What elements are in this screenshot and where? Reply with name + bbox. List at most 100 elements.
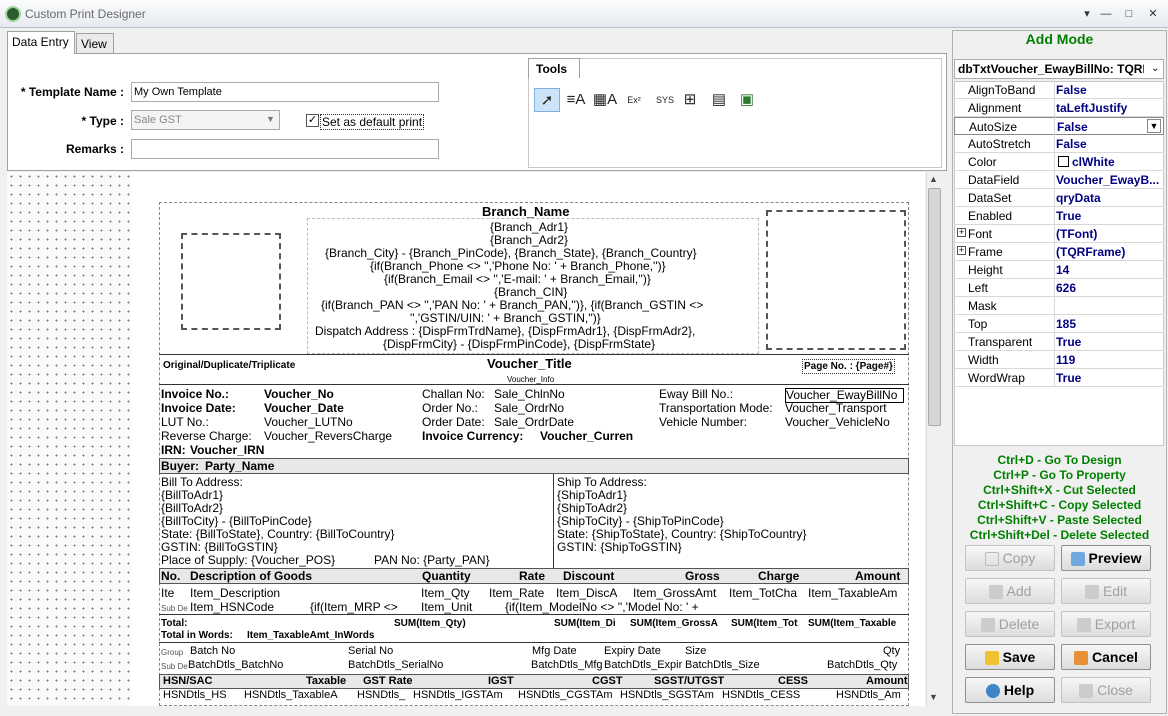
dbimage-tool-icon[interactable]: ▣ [734,88,760,112]
expand-icon[interactable]: + [957,246,966,255]
expand-icon[interactable]: + [957,228,966,237]
prop-value[interactable]: 14 [1056,263,1069,277]
item-cell[interactable]: Item_Qty [421,587,470,600]
prop-value[interactable]: 626 [1056,281,1076,295]
batch-cell[interactable]: BatchDtls_Expir [604,659,682,672]
item-cell[interactable]: Item_TaxableAm [808,587,897,600]
image-placeholder[interactable] [766,210,906,350]
scroll-down-icon[interactable]: ▼ [929,692,938,702]
reverse-charge-label[interactable]: Reverse Charge: [161,430,252,443]
hsn-cell[interactable]: HSNDtls_CGSTAm [518,689,613,702]
item-cell[interactable]: {if(Item_ModelNo <> '','Model No: ' + [505,601,699,614]
prop-value[interactable]: False [1056,137,1087,151]
hsn-cell[interactable]: HSNDtls_Am [836,689,901,702]
prop-value[interactable]: Voucher_EwayB... [1056,173,1159,187]
hsn-cell[interactable]: HSNDtls_IGSTAm [413,689,503,702]
total-gross[interactable]: SUM(Item_GrossA [630,617,718,630]
item-cell[interactable]: Ite [161,587,174,600]
reverse-charge-value[interactable]: Voucher_ReversCharge [264,430,392,443]
buyer-label[interactable]: Buyer: [161,460,199,473]
bill-line[interactable]: Place of Supply: {Voucher_POS} [161,554,335,567]
ship-line[interactable]: GSTIN: {ShipToGSTIN} [557,541,682,554]
menu-icon[interactable]: ▾ [1077,5,1097,23]
transport-label[interactable]: Transportation Mode: [659,402,773,415]
image-tool-icon[interactable]: ▤ [706,88,732,112]
order-date-label[interactable]: Order Date: [422,416,485,429]
prop-value[interactable]: True [1056,371,1081,385]
total-charge[interactable]: SUM(Item_Tot [731,617,797,630]
challan-label[interactable]: Challan No: [422,388,485,401]
voucher-title[interactable]: Voucher_Title [487,357,572,370]
shape-tool-icon[interactable]: ⊞ [677,88,703,112]
batch-cell[interactable]: BatchDtls_Size [685,659,760,672]
save-button[interactable]: Save [965,644,1055,670]
delete-button[interactable]: Delete [965,611,1055,637]
party-pan[interactable]: PAN No: {Party_PAN} [374,554,490,567]
expression-tool-icon[interactable]: Ex² [621,88,647,112]
prop-value[interactable]: 185 [1056,317,1076,331]
dropdown-arrow-icon[interactable]: ▼ [1147,119,1161,133]
item-cell[interactable]: Item_Unit [421,601,472,614]
maximize-icon[interactable]: □ [1119,5,1139,23]
currency-value[interactable]: Voucher_Curren [540,430,633,443]
component-select[interactable]: dbTxtVoucher_EwayBillNo: TQRDBText [954,59,1164,79]
hsn-cell[interactable]: HSNDtls_ [357,689,405,702]
edit-button[interactable]: Edit [1061,578,1151,604]
prop-value[interactable]: 119 [1056,353,1075,367]
item-cell[interactable]: Item_DiscA [556,587,617,600]
words-value[interactable]: Item_TaxableAmt_InWords [247,629,374,642]
order-date-value[interactable]: Sale_OrdrDate [494,416,574,429]
hsn-cell[interactable]: HSNDtls_SGSTAm [620,689,714,702]
dispatch-line2[interactable]: {DispFrmCity} - {DispFrmPinCode}, {DispF… [383,338,655,351]
cancel-button[interactable]: Cancel [1061,644,1151,670]
buyer-value[interactable]: Party_Name [205,460,274,473]
item-cell[interactable]: Item_Rate [489,587,544,600]
page-no[interactable]: Page No. : {Page#} [802,359,895,374]
tab-view[interactable]: View [76,33,114,53]
invoice-date-value[interactable]: Voucher_Date [264,402,344,415]
item-cell[interactable]: Item_HSNCode [190,601,274,614]
total-discount[interactable]: SUM(Item_Di [554,617,616,630]
prop-value[interactable]: True [1056,209,1081,223]
close-icon[interactable]: ✕ [1143,5,1163,23]
prop-value[interactable]: qryData [1056,191,1101,205]
transport-value[interactable]: Voucher_Transport [785,402,887,415]
scroll-thumb[interactable] [928,188,941,426]
default-checkbox[interactable]: ✓ [306,114,319,127]
total-qty[interactable]: SUM(Item_Qty) [394,617,466,630]
lut-value[interactable]: Voucher_LUTNo [264,416,353,429]
prop-value[interactable]: taLeftJustify [1056,101,1127,115]
lut-label[interactable]: LUT No.: [161,416,209,429]
copy-button[interactable]: Copy [965,545,1055,571]
prop-value[interactable]: True [1056,335,1081,349]
hsn-cell[interactable]: HSNDtls_CESS [722,689,800,702]
tab-data-entry[interactable]: Data Entry [7,31,75,54]
remarks-input[interactable] [131,139,439,159]
order-no-value[interactable]: Sale_OrdrNo [494,402,564,415]
batch-cell[interactable]: BatchDtls_Qty [827,659,897,672]
label-tool-icon[interactable]: ≡A [563,88,589,112]
prop-value[interactable]: clWhite [1072,155,1115,169]
item-cell[interactable]: Item_GrossAmt [633,587,716,600]
batch-cell[interactable]: BatchDtls_SerialNo [348,659,443,672]
scroll-up-icon[interactable]: ▲ [929,174,938,184]
add-button[interactable]: Add [965,578,1055,604]
prop-value[interactable]: (TQRFrame) [1056,245,1125,259]
prop-value[interactable]: False [1057,120,1088,134]
template-name-input[interactable]: My Own Template [131,82,439,102]
currency-label[interactable]: Invoice Currency: [422,430,523,443]
item-cell[interactable]: Item_TotCha [729,587,797,600]
prop-value[interactable]: (TFont) [1056,227,1097,241]
logo-placeholder[interactable] [181,233,281,330]
dbtext-tool-icon[interactable]: ▦A [592,88,618,112]
order-no-label[interactable]: Order No.: [422,402,478,415]
hsn-cell[interactable]: HSNDtls_TaxableA [244,689,338,702]
invoice-date-label[interactable]: Invoice Date: [161,402,236,415]
prop-value[interactable]: False [1056,83,1087,97]
hsn-cell[interactable]: HSNDtls_HS [163,689,227,702]
type-select[interactable]: Sale GST [131,110,280,130]
item-cell[interactable]: {if(Item_MRP <> [310,601,398,614]
help-button[interactable]: Help [965,677,1055,703]
total-taxable[interactable]: SUM(Item_Taxable [808,617,896,630]
sysdata-tool-icon[interactable]: SYS [652,88,678,112]
